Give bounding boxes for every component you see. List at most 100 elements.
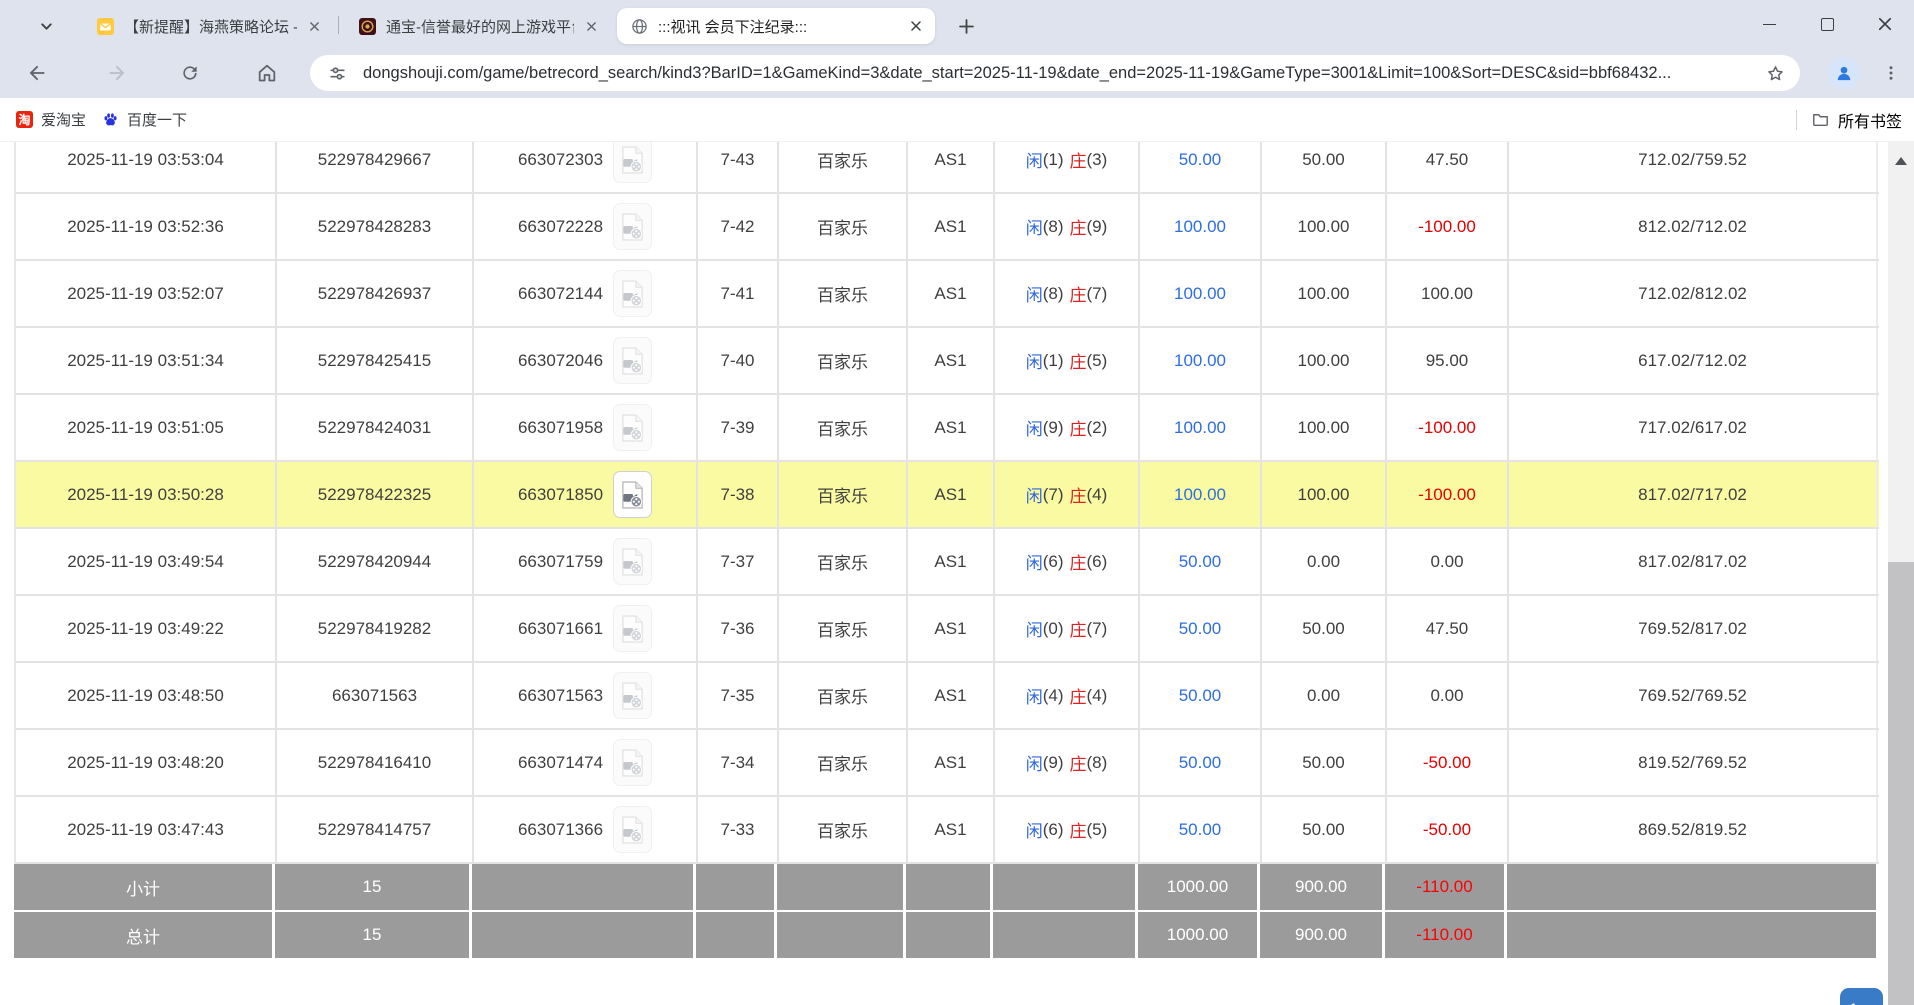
cell-balance: 812.02/712.02 [1509, 194, 1878, 259]
cell-table: AS1 [908, 529, 995, 594]
tab-tongbao[interactable]: 通宝-信誉最好的网上游戏平台 [345, 8, 610, 44]
cell-bet-amount[interactable]: 50.00 [1140, 730, 1262, 795]
cell-valid-amount: 0.00 [1262, 529, 1387, 594]
cell-winloss: 47.50 [1387, 142, 1509, 192]
video-replay-button[interactable] [613, 270, 652, 317]
tab-bet-records-active[interactable]: :::视讯 会员下注纪录::: [617, 8, 935, 44]
cell-bet-amount[interactable]: 50.00 [1140, 142, 1262, 192]
cell-round-id: 663071958 [474, 395, 698, 460]
video-replay-button[interactable] [613, 471, 652, 518]
cell-result: 闲(6)庄(6) [995, 529, 1140, 594]
cell-bet-amount[interactable]: 100.00 [1140, 395, 1262, 460]
tab-forum[interactable]: 【新提醒】海燕策略论坛 - 综合 [83, 8, 333, 44]
table-row: 2025-11-19 03:51:05 522978424031 6630719… [14, 395, 1879, 462]
tab-search-button[interactable] [32, 12, 60, 40]
cell-bet-amount[interactable]: 50.00 [1140, 797, 1262, 862]
cell-balance: 769.52/817.02 [1509, 596, 1878, 661]
person-icon [1834, 63, 1854, 83]
cell-table: AS1 [908, 328, 995, 393]
video-replay-button[interactable] [613, 404, 652, 451]
cell-bet-amount[interactable]: 100.00 [1140, 194, 1262, 259]
cell-round: 7-33 [698, 797, 779, 862]
coin-emblem-favicon-icon [359, 18, 376, 35]
tab-close-icon[interactable] [907, 17, 925, 35]
table-row: 2025-11-19 03:52:07 522978426937 6630721… [14, 261, 1879, 328]
cell-balance: 817.02/817.02 [1509, 529, 1878, 594]
cell-result: 闲(8)庄(7) [995, 261, 1140, 326]
reload-button[interactable] [173, 56, 207, 90]
cell-result: 闲(9)庄(2) [995, 395, 1140, 460]
cell-round: 7-39 [698, 395, 779, 460]
cell-round-id: 663071563 [474, 663, 698, 728]
close-window-button[interactable] [1856, 0, 1914, 48]
cell-valid-amount: 0.00 [1262, 663, 1387, 728]
round-id-text: 663071366 [518, 820, 603, 840]
profile-avatar[interactable] [1828, 57, 1860, 89]
cell-bet-amount[interactable]: 50.00 [1140, 663, 1262, 728]
cell-bet-amount[interactable]: 50.00 [1140, 596, 1262, 661]
cell-result: 闲(4)庄(4) [995, 663, 1140, 728]
forward-button[interactable] [100, 56, 134, 90]
address-bar[interactable]: dongshouji.com/game/betrecord_search/kin… [310, 55, 1800, 91]
video-replay-button[interactable] [613, 538, 652, 585]
video-replay-button[interactable] [613, 806, 652, 853]
scroll-up-arrow-icon[interactable] [1888, 148, 1914, 174]
cell-valid-amount: 50.00 [1262, 730, 1387, 795]
table-row: 2025-11-19 03:51:34 522978425415 6630720… [14, 328, 1879, 395]
cell-bet-amount[interactable]: 50.00 [1140, 529, 1262, 594]
tab-close-icon[interactable] [582, 17, 600, 35]
cell-bet-amount[interactable]: 100.00 [1140, 328, 1262, 393]
scrollbar-thumb[interactable] [1888, 562, 1914, 1005]
video-replay-button[interactable] [613, 739, 652, 786]
tab-strip: 【新提醒】海燕策略论坛 - 综合 通宝-信誉最好的网上游戏平台 :::视讯 会员… [0, 0, 1914, 48]
cell-bet-id: 522978428283 [277, 194, 474, 259]
round-id-text: 663072046 [518, 351, 603, 371]
round-id-text: 663071661 [518, 619, 603, 639]
cell-bet-amount[interactable]: 100.00 [1140, 462, 1262, 527]
cell-time: 2025-11-19 03:49:22 [16, 596, 277, 661]
new-tab-button[interactable] [952, 12, 980, 40]
tab-close-icon[interactable] [305, 17, 323, 35]
page-content: 2025-11-19 03:53:04 522978429667 6630723… [0, 142, 1914, 1005]
cell-time: 2025-11-19 03:49:54 [16, 529, 277, 594]
subtotal-bet: 1000.00 [1138, 864, 1260, 910]
cell-round-id: 663071759 [474, 529, 698, 594]
video-replay-button[interactable] [613, 142, 652, 183]
back-button[interactable] [20, 56, 54, 90]
round-id-text: 663071563 [518, 686, 603, 706]
video-replay-button[interactable] [613, 337, 652, 384]
cell-table: AS1 [908, 797, 995, 862]
back-to-top-button[interactable] [1840, 988, 1883, 1005]
cell-time: 2025-11-19 03:48:50 [16, 663, 277, 728]
maximize-button[interactable] [1798, 0, 1856, 48]
video-replay-button[interactable] [613, 605, 652, 652]
cell-round: 7-35 [698, 663, 779, 728]
all-bookmarks-button[interactable]: 所有书签 [1811, 108, 1902, 132]
home-button[interactable] [250, 56, 284, 90]
bookmark-taobao[interactable]: 淘 爱淘宝 [16, 109, 86, 130]
video-replay-button[interactable] [613, 203, 652, 250]
browser-menu-button[interactable] [1874, 56, 1908, 90]
cell-bet-id: 663071563 [277, 663, 474, 728]
video-replay-button[interactable] [613, 672, 652, 719]
bookmark-baidu[interactable]: 百度一下 [102, 109, 187, 130]
round-id-text: 663071474 [518, 753, 603, 773]
total-label: 总计 [14, 912, 275, 958]
cell-valid-amount: 50.00 [1262, 142, 1387, 192]
cell-game: 百家乐 [779, 797, 908, 862]
cell-round-id: 663072144 [474, 261, 698, 326]
cell-result: 闲(8)庄(9) [995, 194, 1140, 259]
minimize-button[interactable] [1740, 0, 1798, 48]
cell-game: 百家乐 [779, 261, 908, 326]
cell-bet-amount[interactable]: 100.00 [1140, 261, 1262, 326]
cell-round: 7-34 [698, 730, 779, 795]
bookmark-star-icon[interactable] [1765, 63, 1786, 84]
cell-result: 闲(1)庄(5) [995, 328, 1140, 393]
folder-icon [1811, 110, 1830, 129]
cell-round: 7-42 [698, 194, 779, 259]
site-settings-icon[interactable] [328, 64, 347, 83]
cell-balance: 819.52/769.52 [1509, 730, 1878, 795]
page-scrollbar[interactable] [1888, 142, 1914, 1005]
bookmarks-bar: 淘 爱淘宝 百度一下 所有书签 [0, 98, 1914, 142]
cell-table: AS1 [908, 395, 995, 460]
